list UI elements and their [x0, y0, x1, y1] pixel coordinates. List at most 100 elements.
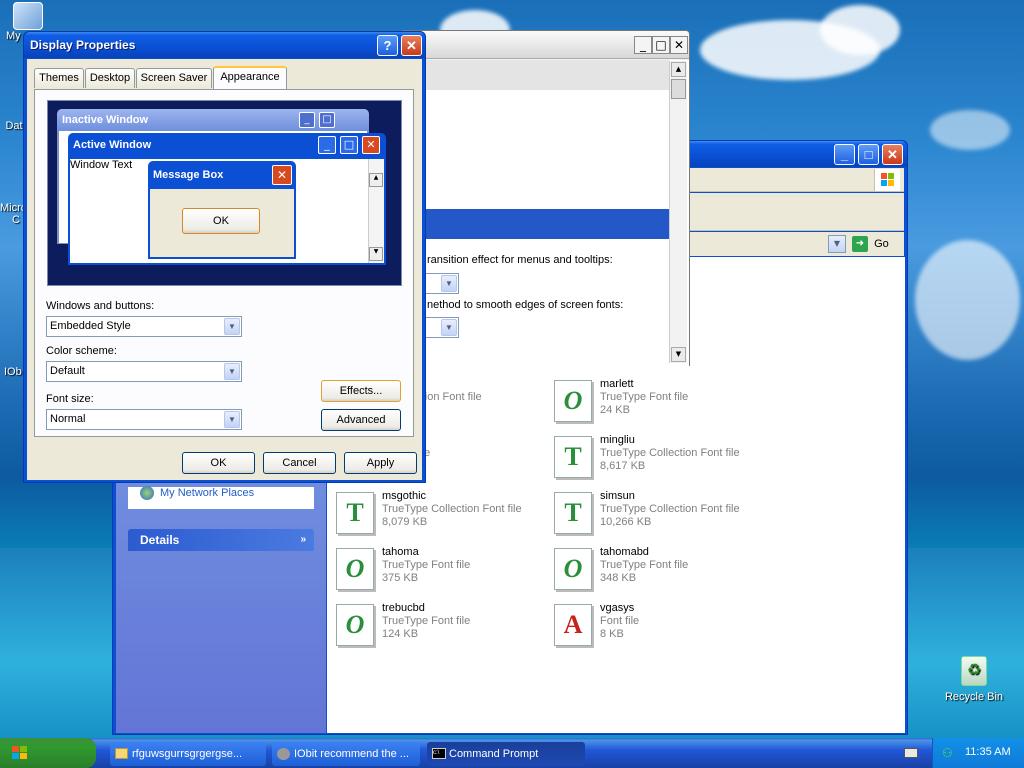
font-file-item[interactable]: Tmsgothic TrueType Collection Font file 8,… — [336, 490, 546, 538]
font-file-item[interactable]: Avgasys Font file 8 KB — [554, 602, 764, 650]
iobit-icon — [277, 748, 290, 760]
file-type: TrueType Collection Font file — [600, 503, 740, 515]
preview-message-box-title: Message Box — [153, 169, 224, 181]
file-size: 375 KB — [382, 572, 419, 584]
preview-active-title: Active Window — [73, 139, 152, 151]
tab-appearance[interactable]: Appearance — [213, 66, 287, 89]
font-file-item[interactable]: Omarlett TrueType Font file 24 KB — [554, 378, 764, 426]
effects-titlebar: _ □ ✕ — [401, 31, 689, 59]
effects-scrollbar[interactable]: ▲ ▼ — [669, 61, 687, 363]
file-size: 8,617 KB — [600, 460, 646, 472]
transition-effect-label: ransition effect for menus and tooltips: — [427, 254, 613, 266]
preview-ok-button: OK — [182, 208, 260, 234]
explorer-maximize-button[interactable]: □ — [858, 144, 879, 165]
effects-minimize-button[interactable]: _ — [634, 36, 652, 54]
smooth-edges-select[interactable]: ▼ — [421, 317, 459, 338]
advanced-button[interactable]: Advanced — [321, 409, 401, 431]
font-file-icon: O — [554, 548, 592, 590]
font-file-icon: A — [554, 604, 592, 646]
chevron-down-icon: » — [300, 534, 306, 545]
file-name: mingliu — [600, 434, 635, 446]
tab-screen-saver[interactable]: Screen Saver — [136, 68, 212, 88]
apply-button[interactable]: Apply — [344, 452, 417, 474]
preview-message-box: Message Box ✕ OK — [148, 161, 296, 259]
color-scheme-label: Color scheme: — [46, 345, 117, 357]
file-type: TrueType Font file — [600, 559, 689, 571]
file-name: tahoma — [382, 546, 419, 558]
desktop-icon-recycle-bin[interactable]: ♻ Recycle Bin — [940, 656, 1008, 703]
explorer-minimize-button[interactable]: _ — [834, 144, 855, 165]
file-type: Font file — [600, 615, 640, 627]
chevron-down-icon: ▼ — [224, 363, 240, 380]
address-dropdown-button[interactable]: ▼ — [828, 235, 846, 253]
my-network-places-link[interactable]: My Network Places — [140, 486, 254, 500]
font-file-item[interactable]: Otahoma TrueType Font file 375 KB — [336, 546, 546, 594]
keyboard-icon[interactable] — [904, 748, 918, 758]
taskbar-item-iobit[interactable]: IObit recommend the ... — [272, 742, 420, 766]
file-size: 348 KB — [600, 572, 637, 584]
file-name: msgothic — [382, 490, 427, 502]
effects-window: _ □ ✕ ▲ ▼ ransition effect for menus and… — [400, 30, 690, 366]
display-properties-titlebar: Display Properties ? ✕ — [24, 32, 425, 58]
help-button[interactable]: ? — [377, 35, 398, 56]
windows-buttons-select[interactable]: Embedded Style ▼ — [46, 316, 242, 337]
folder-icon — [115, 748, 128, 759]
effects-maximize-button[interactable]: □ — [652, 36, 670, 54]
file-name: vgasys — [600, 602, 635, 614]
file-size: 24 KB — [600, 404, 630, 416]
file-name: trebucbd — [382, 602, 425, 614]
go-arrow-icon: ➜ — [852, 236, 868, 253]
file-size: 8,079 KB — [382, 516, 428, 528]
explorer-close-button[interactable]: ✕ — [882, 144, 903, 165]
file-name: tahomabd — [600, 546, 649, 558]
command-prompt-icon: c:\ — [432, 748, 446, 759]
file-size: 10,266 KB — [600, 516, 652, 528]
start-button[interactable] — [0, 738, 96, 768]
color-scheme-select[interactable]: Default ▼ — [46, 361, 242, 382]
file-type: TrueType Collection Font file — [382, 503, 522, 515]
ok-button[interactable]: OK — [182, 452, 255, 474]
windows-flag-icon — [874, 169, 900, 191]
go-button[interactable]: ➜ Go — [852, 235, 896, 253]
details-panel-header[interactable]: Details » — [128, 529, 314, 551]
font-size-label: Font size: — [46, 393, 94, 405]
system-tray: ⚇ 11:35 AM — [932, 738, 1024, 768]
file-size: 8 KB — [600, 628, 624, 640]
effects-button[interactable]: Effects... — [321, 380, 401, 402]
taskbar-item-folder[interactable]: rfguwsgurrsgrgergse... — [110, 742, 266, 766]
font-size-select[interactable]: Normal ▼ — [46, 409, 242, 430]
tab-desktop[interactable]: Desktop — [85, 68, 135, 88]
file-type: TrueType Collection Font file — [600, 447, 740, 459]
preview-scrollbar: ▲ ▼ — [368, 159, 384, 263]
font-file-icon: T — [554, 492, 592, 534]
chevron-down-icon: ▼ — [441, 319, 457, 336]
network-places-icon — [140, 486, 154, 500]
font-file-item[interactable]: Otrebucbd TrueType Font file 124 KB — [336, 602, 546, 650]
chevron-down-icon: ▼ — [224, 411, 240, 428]
display-properties-dialog: Display Properties ? ✕ Themes Desktop Sc… — [23, 31, 426, 483]
effects-close-button[interactable]: ✕ — [670, 36, 688, 54]
chevron-down-icon: ▼ — [441, 275, 457, 292]
font-file-icon: T — [336, 492, 374, 534]
transition-effect-select[interactable]: ▼ — [421, 273, 459, 294]
file-name: simsun — [600, 490, 635, 502]
font-file-item[interactable]: Otahomabd TrueType Font file 348 KB — [554, 546, 764, 594]
taskbar-item-command-prompt[interactable]: c:\ Command Prompt — [427, 742, 585, 766]
font-file-icon: O — [336, 604, 374, 646]
windows-buttons-label: Windows and buttons: — [46, 300, 155, 312]
network-tray-icon[interactable]: ⚇ — [942, 746, 956, 760]
cancel-button[interactable]: Cancel — [263, 452, 336, 474]
preview-window-text: Window Text — [70, 159, 133, 171]
font-file-icon: O — [336, 548, 374, 590]
tab-themes[interactable]: Themes — [34, 68, 84, 88]
file-name: marlett — [600, 378, 634, 390]
file-type: TrueType Font file — [382, 559, 471, 571]
chevron-down-icon: ▼ — [224, 318, 240, 335]
dialog-close-button[interactable]: ✕ — [401, 35, 422, 56]
dialog-title: Display Properties — [30, 38, 136, 52]
dialog-body: Themes Desktop Screen Saver Appearance I… — [27, 59, 422, 480]
font-file-item[interactable]: Tmingliu TrueType Collection Font file 8,6… — [554, 434, 764, 482]
font-file-item[interactable]: Tsimsun TrueType Collection Font file 10,2… — [554, 490, 764, 538]
tab-panel: Inactive Window _ □ Active Window _ □ ✕ … — [34, 89, 414, 437]
windows-logo-icon — [12, 746, 28, 760]
